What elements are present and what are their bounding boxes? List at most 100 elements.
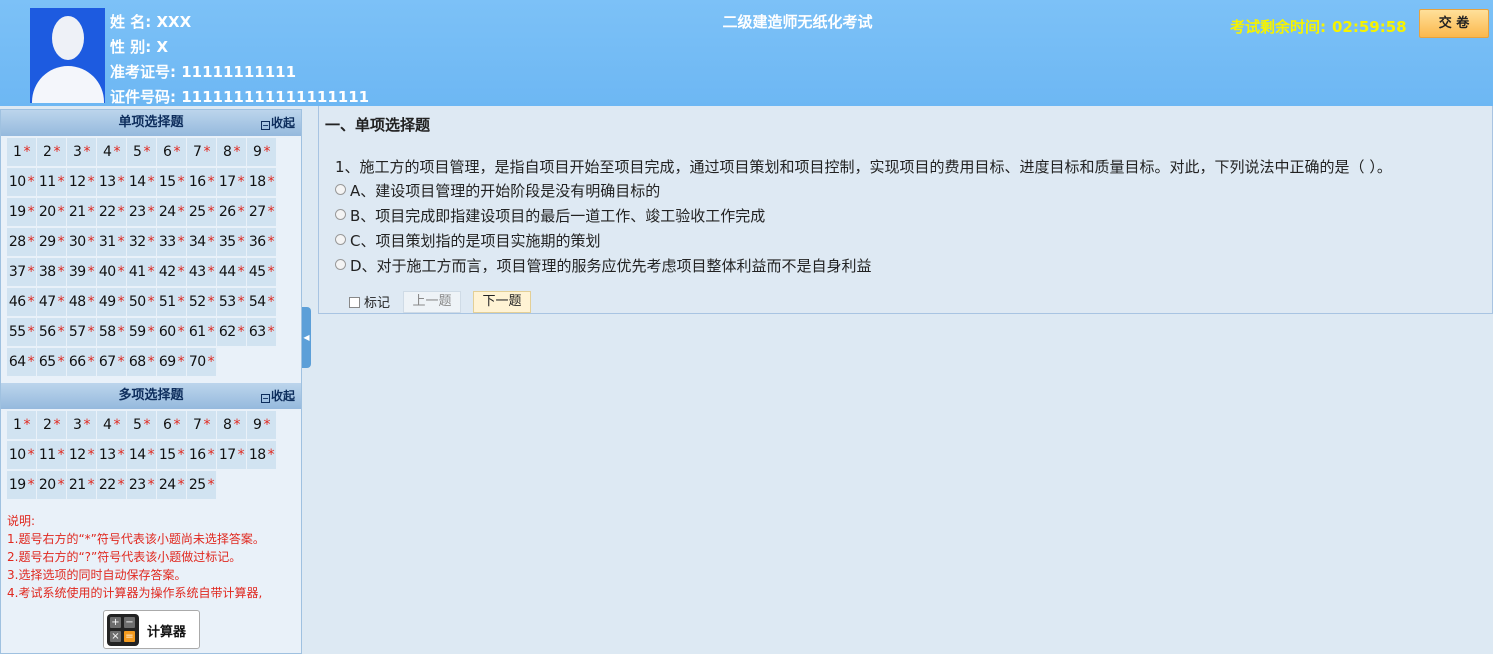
single-question-cell[interactable]: 24 * bbox=[157, 198, 186, 226]
single-question-cell[interactable]: 54 * bbox=[247, 288, 276, 316]
single-question-cell[interactable]: 10 * bbox=[7, 168, 36, 196]
single-question-cell[interactable]: 37 * bbox=[7, 258, 36, 286]
multi-question-cell[interactable]: 10 * bbox=[7, 441, 36, 469]
single-question-cell[interactable]: 27 * bbox=[247, 198, 276, 226]
prev-question-button[interactable]: 上一题 bbox=[403, 291, 461, 313]
single-question-cell[interactable]: 23 * bbox=[127, 198, 156, 226]
single-question-cell[interactable]: 48 * bbox=[67, 288, 96, 316]
single-question-cell[interactable]: 20 * bbox=[37, 198, 66, 226]
single-question-cell[interactable]: 31 * bbox=[97, 228, 126, 256]
single-question-cell[interactable]: 25 * bbox=[187, 198, 216, 226]
radio-a[interactable] bbox=[335, 184, 346, 195]
option-d[interactable]: D、对于施工方而言，项目管理的服务应优先考虑项目整体利益而不是自身利益 bbox=[335, 255, 872, 276]
single-question-cell[interactable]: 11 * bbox=[37, 168, 66, 196]
multi-question-cell[interactable]: 14 * bbox=[127, 441, 156, 469]
multi-question-cell[interactable]: 12 * bbox=[67, 441, 96, 469]
multi-question-cell[interactable]: 8 * bbox=[217, 411, 246, 439]
single-question-cell[interactable]: 2 * bbox=[37, 138, 66, 166]
single-question-cell[interactable]: 56 * bbox=[37, 318, 66, 346]
multi-question-cell[interactable]: 22 * bbox=[97, 471, 126, 499]
checkbox-icon[interactable] bbox=[349, 297, 360, 308]
single-question-cell[interactable]: 61 * bbox=[187, 318, 216, 346]
single-question-cell[interactable]: 26 * bbox=[217, 198, 246, 226]
panel-toggle-handle[interactable]: ◀ bbox=[302, 307, 311, 368]
single-question-cell[interactable]: 70 * bbox=[187, 348, 216, 376]
single-question-cell[interactable]: 46 * bbox=[7, 288, 36, 316]
single-question-cell[interactable]: 51 * bbox=[157, 288, 186, 316]
multi-question-cell[interactable]: 15 * bbox=[157, 441, 186, 469]
single-question-cell[interactable]: 57 * bbox=[67, 318, 96, 346]
single-question-cell[interactable]: 41 * bbox=[127, 258, 156, 286]
single-question-cell[interactable]: 30 * bbox=[67, 228, 96, 256]
single-question-cell[interactable]: 58 * bbox=[97, 318, 126, 346]
single-question-cell[interactable]: 68 * bbox=[127, 348, 156, 376]
multi-question-cell[interactable]: 18 * bbox=[247, 441, 276, 469]
single-question-cell[interactable]: 39 * bbox=[67, 258, 96, 286]
single-question-cell[interactable]: 29 * bbox=[37, 228, 66, 256]
single-question-cell[interactable]: 53 * bbox=[217, 288, 246, 316]
multi-question-cell[interactable]: 11 * bbox=[37, 441, 66, 469]
multi-question-cell[interactable]: 1 * bbox=[7, 411, 36, 439]
single-question-cell[interactable]: 5 * bbox=[127, 138, 156, 166]
multi-question-cell[interactable]: 4 * bbox=[97, 411, 126, 439]
single-question-cell[interactable]: 65 * bbox=[37, 348, 66, 376]
mark-checkbox[interactable]: 标记 bbox=[349, 292, 390, 311]
single-question-cell[interactable]: 4 * bbox=[97, 138, 126, 166]
single-question-cell[interactable]: 21 * bbox=[67, 198, 96, 226]
single-question-cell[interactable]: 32 * bbox=[127, 228, 156, 256]
option-a[interactable]: A、建设项目管理的开始阶段是没有明确目标的 bbox=[335, 180, 660, 201]
single-question-cell[interactable]: 40 * bbox=[97, 258, 126, 286]
single-question-cell[interactable]: 22 * bbox=[97, 198, 126, 226]
single-question-cell[interactable]: 52 * bbox=[187, 288, 216, 316]
single-question-cell[interactable]: 6 * bbox=[157, 138, 186, 166]
single-question-cell[interactable]: 59 * bbox=[127, 318, 156, 346]
option-b[interactable]: B、项目完成即指建设项目的最后一道工作、竣工验收工作完成 bbox=[335, 205, 765, 226]
single-question-cell[interactable]: 7 * bbox=[187, 138, 216, 166]
single-question-cell[interactable]: 36 * bbox=[247, 228, 276, 256]
single-question-cell[interactable]: 50 * bbox=[127, 288, 156, 316]
single-question-cell[interactable]: 45 * bbox=[247, 258, 276, 286]
single-question-cell[interactable]: 47 * bbox=[37, 288, 66, 316]
single-question-cell[interactable]: 60 * bbox=[157, 318, 186, 346]
single-question-cell[interactable]: 33 * bbox=[157, 228, 186, 256]
single-question-cell[interactable]: 8 * bbox=[217, 138, 246, 166]
single-question-cell[interactable]: 13 * bbox=[97, 168, 126, 196]
single-question-cell[interactable]: 1 * bbox=[7, 138, 36, 166]
single-question-cell[interactable]: 66 * bbox=[67, 348, 96, 376]
single-question-cell[interactable]: 55 * bbox=[7, 318, 36, 346]
multi-question-cell[interactable]: 3 * bbox=[67, 411, 96, 439]
radio-d[interactable] bbox=[335, 259, 346, 270]
multi-question-cell[interactable]: 25 * bbox=[187, 471, 216, 499]
next-question-button[interactable]: 下一题 bbox=[473, 291, 531, 313]
radio-b[interactable] bbox=[335, 209, 346, 220]
single-question-cell[interactable]: 34 * bbox=[187, 228, 216, 256]
single-collapse-button[interactable]: − 收起 bbox=[260, 110, 295, 136]
multi-question-cell[interactable]: 13 * bbox=[97, 441, 126, 469]
radio-c[interactable] bbox=[335, 234, 346, 245]
multi-collapse-button[interactable]: − 收起 bbox=[260, 383, 295, 409]
single-question-cell[interactable]: 19 * bbox=[7, 198, 36, 226]
single-question-cell[interactable]: 3 * bbox=[67, 138, 96, 166]
multi-question-cell[interactable]: 5 * bbox=[127, 411, 156, 439]
multi-question-cell[interactable]: 9 * bbox=[247, 411, 276, 439]
single-question-cell[interactable]: 18 * bbox=[247, 168, 276, 196]
single-question-cell[interactable]: 67 * bbox=[97, 348, 126, 376]
multi-question-cell[interactable]: 17 * bbox=[217, 441, 246, 469]
option-c[interactable]: C、项目策划指的是项目实施期的策划 bbox=[335, 230, 600, 251]
multi-question-cell[interactable]: 20 * bbox=[37, 471, 66, 499]
single-question-cell[interactable]: 14 * bbox=[127, 168, 156, 196]
multi-question-cell[interactable]: 16 * bbox=[187, 441, 216, 469]
single-question-cell[interactable]: 35 * bbox=[217, 228, 246, 256]
single-question-cell[interactable]: 49 * bbox=[97, 288, 126, 316]
multi-question-cell[interactable]: 2 * bbox=[37, 411, 66, 439]
single-question-cell[interactable]: 38 * bbox=[37, 258, 66, 286]
multi-question-cell[interactable]: 24 * bbox=[157, 471, 186, 499]
single-question-cell[interactable]: 44 * bbox=[217, 258, 246, 286]
single-question-cell[interactable]: 15 * bbox=[157, 168, 186, 196]
multi-question-cell[interactable]: 23 * bbox=[127, 471, 156, 499]
single-question-cell[interactable]: 43 * bbox=[187, 258, 216, 286]
single-question-cell[interactable]: 62 * bbox=[217, 318, 246, 346]
single-question-cell[interactable]: 42 * bbox=[157, 258, 186, 286]
single-question-cell[interactable]: 69 * bbox=[157, 348, 186, 376]
single-question-cell[interactable]: 9 * bbox=[247, 138, 276, 166]
